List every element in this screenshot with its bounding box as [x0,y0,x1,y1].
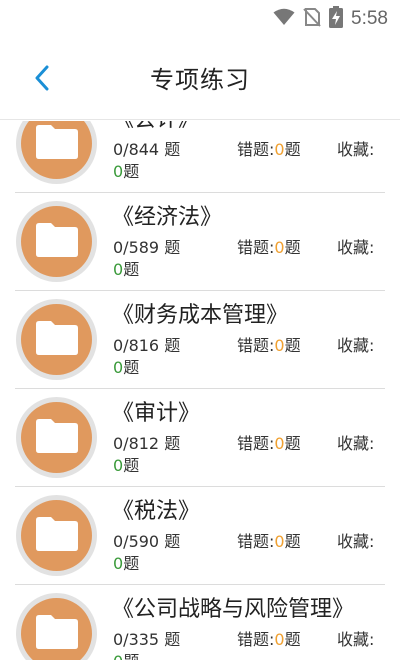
favorite-label: 收藏: [337,434,375,453]
folder-avatar [16,495,97,576]
folder-icon [34,614,80,654]
app-bar: 专项练习 [0,36,400,120]
wrong-count: 错题:0题 [237,532,301,551]
folder-icon [34,418,80,458]
folder-avatar [16,397,97,478]
list-item[interactable]: 《会计》 0/844 题 错题:0题 收藏: 0题 [0,121,400,193]
folder-icon [34,516,80,556]
folder-icon [34,222,80,262]
wrong-count: 错题:0题 [237,140,301,159]
battery-charging-icon [329,6,344,32]
folder-icon [34,124,80,164]
page-title: 专项练习 [150,66,250,94]
subject-list[interactable]: 《会计》 0/844 题 错题:0题 收藏: 0题 《经济法》 0/589 题 [0,121,400,660]
progress-count: 0/335 题 [113,630,181,649]
wrong-count: 错题:0题 [237,238,301,257]
list-item[interactable]: 《经济法》 0/589 题 错题:0题 收藏: 0题 [0,193,400,291]
progress-count: 0/590 题 [113,532,181,551]
progress-count: 0/589 题 [113,238,181,257]
favorite-count: 0题 [113,554,140,573]
wrong-count: 错题:0题 [237,434,301,453]
favorite-count: 0题 [113,260,140,279]
progress-count: 0/844 题 [113,140,181,159]
subject-title: 《财务成本管理》 [112,303,289,328]
wrong-count: 错题:0题 [237,630,301,649]
subject-title: 《税法》 [112,499,201,524]
subject-title: 《会计》 [112,121,200,133]
folder-icon [34,320,80,360]
status-time: 5:58 [351,8,388,29]
favorite-label: 收藏: [337,238,375,257]
folder-avatar [16,121,97,184]
list-item[interactable]: 《审计》 0/812 题 错题:0题 收藏: 0题 [0,389,400,487]
list-item[interactable]: 《公司战略与风险管理》 0/335 题 错题:0题 收藏: 0题 [0,585,400,660]
progress-count: 0/812 题 [113,434,181,453]
progress-count: 0/816 题 [113,336,181,355]
favorite-label: 收藏: [337,336,375,355]
wrong-count: 错题:0题 [237,336,301,355]
list-item[interactable]: 《税法》 0/590 题 错题:0题 收藏: 0题 [0,487,400,585]
wifi-icon [273,8,295,30]
folder-avatar [16,593,97,660]
folder-avatar [16,299,97,380]
favorite-count: 0题 [113,358,140,377]
favorite-label: 收藏: [337,532,375,551]
favorite-count: 0题 [113,651,139,660]
favorite-count: 0题 [113,162,140,181]
favorite-label: 收藏: [337,630,375,649]
list-item[interactable]: 《财务成本管理》 0/816 题 错题:0题 收藏: 0题 [0,291,400,389]
status-bar: 5:58 [0,0,400,36]
favorite-label: 收藏: [337,140,375,159]
subject-title: 《公司战略与风险管理》 [112,597,355,622]
folder-avatar [16,201,97,282]
subject-title: 《经济法》 [112,205,223,230]
no-sim-icon [303,7,321,31]
favorite-count: 0题 [113,456,140,475]
status-icons: 5:58 [273,6,388,32]
subject-title: 《审计》 [112,401,201,426]
